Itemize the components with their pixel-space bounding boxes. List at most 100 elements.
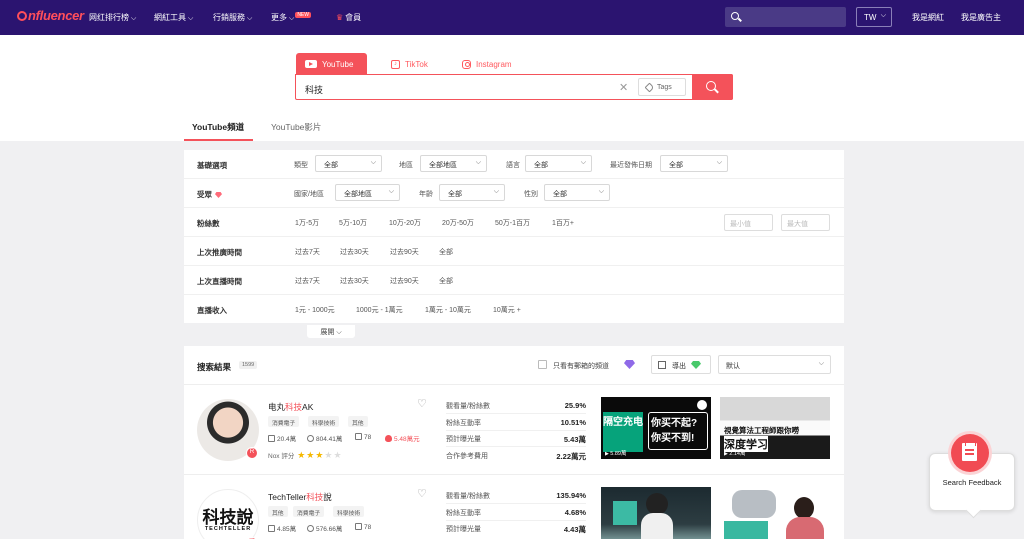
expand-filters-button[interactable]: 展開 ⌵ — [307, 325, 355, 338]
followers-option[interactable]: 5万-10万 — [339, 218, 367, 228]
subtab-videos[interactable]: YouTube影片 — [271, 121, 321, 133]
youtube-icon — [305, 60, 317, 68]
email-only-label[interactable]: 只看有郵箱的頻道 — [553, 361, 609, 371]
nox-score: Nox 評分 ★★★★★ — [268, 450, 342, 460]
main-search-input[interactable]: 科技 ✕ Tags — [295, 73, 733, 100]
star-icon: ★ — [306, 450, 315, 460]
clear-icon[interactable]: ✕ — [619, 81, 628, 94]
promo-time-option[interactable]: 全部 — [439, 247, 453, 257]
audience-country-select[interactable]: 全部地區 ⌵ — [335, 184, 400, 201]
live-time-option[interactable]: 过去90天 — [390, 276, 419, 286]
star-icon: ★ — [315, 450, 324, 460]
logo[interactable]: nfluencer — [17, 8, 84, 23]
filter-row-promo-time: 上次推廣時間 过去7天 过去30天 过去90天 全部 — [184, 237, 844, 266]
premium-diamond-icon — [624, 360, 635, 369]
live-income-option[interactable]: 1萬元 - 10萬元 — [425, 305, 471, 315]
region-select[interactable]: TW ⌵ — [856, 7, 892, 27]
chevron-down-icon: ⌵ — [880, 12, 886, 19]
results-panel: 搜索結果 1599 只看有郵箱的頻道 導出 默认 ⌵ R 电丸科技AK ♡ 消費電… — [184, 346, 844, 539]
nav-tools[interactable]: 網紅工具 ⌵ — [154, 12, 193, 23]
category-tag: 科學技術 — [333, 506, 365, 517]
nav-influencer-link[interactable]: 我是網紅 — [912, 12, 944, 23]
promo-time-option[interactable]: 过去90天 — [390, 247, 419, 257]
clipboard-icon — [962, 440, 977, 461]
followers-option[interactable]: 1百万+ — [552, 218, 574, 228]
search-query: 科技 — [305, 85, 324, 95]
chevron-down-icon: ⌵ — [493, 188, 499, 195]
divider — [446, 413, 586, 414]
category-tag: 其他 — [348, 416, 368, 427]
nav-more[interactable]: 更多 ⌵ NEW — [271, 12, 311, 23]
video-thumbnail[interactable] — [720, 487, 830, 539]
live-income-option[interactable]: 1000元 - 1萬元 — [356, 305, 403, 315]
premium-gem-icon — [691, 361, 701, 369]
channel-card[interactable]: 科技說 TECHTELLER R TechTeller科技說 ♡ 其他 消費電子… — [184, 475, 844, 539]
subtab-channels[interactable]: YouTube頻道 — [192, 121, 244, 133]
tab-instagram[interactable]: Instagram — [462, 53, 512, 75]
tags-button[interactable]: Tags — [638, 78, 686, 96]
video-thumbnail[interactable]: 視覺算法工程師跟你嘮 深度学习 2.14萬 — [720, 397, 830, 459]
avatar[interactable]: 科技說 TECHTELLER — [197, 489, 259, 539]
promo-time-option[interactable]: 过去7天 — [295, 247, 320, 257]
followers-max-input[interactable]: 最大值 — [781, 214, 830, 231]
followers-icon — [268, 435, 275, 442]
star-icon: ★ — [297, 450, 306, 460]
nav-marketing[interactable]: 行銷服務 ⌵ — [213, 12, 252, 23]
followers-min-input[interactable]: 最小值 — [724, 214, 773, 231]
nav-search-input[interactable] — [725, 7, 846, 27]
export-icon — [658, 361, 666, 369]
favorite-heart-icon[interactable]: ♡ — [417, 397, 427, 410]
play-icon — [307, 435, 314, 442]
followers-option[interactable]: 50万-1百万 — [495, 218, 530, 228]
export-button[interactable]: 導出 — [651, 355, 711, 374]
channel-card[interactable]: R 电丸科技AK ♡ 消費電子 科學技術 其他 20.4萬 804.41萬 78… — [184, 385, 844, 475]
nav-ranking[interactable]: 网红排行榜 ⌵ — [89, 12, 136, 23]
filter-row-basic: 基礎選項 類型 全部 ⌵ 地區 全部地區 ⌵ 語言 全部 ⌵ 最近發佈日期 全部 ⌵ — [184, 150, 844, 179]
last-post-select[interactable]: 全部 ⌵ — [660, 155, 728, 172]
chevron-down-icon: ⌵ — [188, 15, 194, 22]
live-income-option[interactable]: 1元 - 1000元 — [295, 305, 335, 315]
language-select[interactable]: 全部 ⌵ — [525, 155, 592, 172]
tab-youtube[interactable]: YouTube — [296, 53, 367, 75]
channel-name[interactable]: 电丸科技AK — [268, 401, 313, 413]
thumbnail-image — [641, 513, 673, 539]
region-filter-select[interactable]: 全部地區 ⌵ — [420, 155, 487, 172]
live-time-option[interactable]: 全部 — [439, 276, 453, 286]
chevron-down-icon: ⌵ — [598, 188, 604, 195]
followers-option[interactable]: 1万-5万 — [295, 218, 319, 228]
channel-name[interactable]: TechTeller科技說 — [268, 491, 332, 503]
live-income-option[interactable]: 10萬元 + — [493, 305, 521, 315]
favorite-heart-icon[interactable]: ♡ — [417, 487, 427, 500]
category-tag: 科學技術 — [308, 416, 340, 427]
video-thumbnail[interactable] — [601, 487, 711, 539]
followers-option[interactable]: 20万-50万 — [442, 218, 474, 228]
live-time-option[interactable]: 过去30天 — [340, 276, 369, 286]
thumbnail-image — [732, 490, 776, 518]
income-stat: 5.48萬元 — [385, 433, 420, 443]
nav-membership[interactable]: ♛ 會員 — [336, 12, 361, 23]
type-select[interactable]: 全部 ⌵ — [315, 155, 382, 172]
audience-gender-select[interactable]: 全部 ⌵ — [544, 184, 610, 201]
feedback-label[interactable]: Search Feedback — [929, 478, 1015, 487]
audience-age-select[interactable]: 全部 ⌵ — [439, 184, 505, 201]
star-icon: ★ — [333, 450, 342, 460]
channel-logo-icon — [697, 400, 707, 410]
results-title: 搜索結果 — [197, 362, 232, 372]
chevron-down-icon: ⌵ — [289, 15, 295, 22]
video-icon — [355, 433, 362, 440]
sort-select[interactable]: 默认 ⌵ — [718, 355, 831, 374]
chevron-down-icon: ⌵ — [336, 329, 342, 336]
followers-option[interactable]: 10万-20万 — [389, 218, 421, 228]
email-only-checkbox[interactable] — [538, 360, 547, 369]
tab-tiktok[interactable]: ♪ TikTok — [391, 53, 428, 75]
filter-row-followers: 粉絲數 1万-5万 5万-10万 10万-20万 20万-50万 50万-1百万… — [184, 208, 844, 237]
video-thumbnail[interactable]: 隔空充电 你买不起?你买不到! 5.89萬 — [601, 397, 711, 459]
nav-advertiser-link[interactable]: 我是廣告主 — [961, 12, 1001, 23]
feedback-icon[interactable] — [951, 434, 989, 472]
thumbnail-image — [794, 497, 814, 519]
metric-value: 4.43萬 — [563, 525, 586, 534]
live-time-option[interactable]: 过去7天 — [295, 276, 320, 286]
promo-time-option[interactable]: 过去30天 — [340, 247, 369, 257]
metric-label: 合作參考費用 — [446, 453, 488, 460]
search-button[interactable] — [692, 73, 733, 100]
